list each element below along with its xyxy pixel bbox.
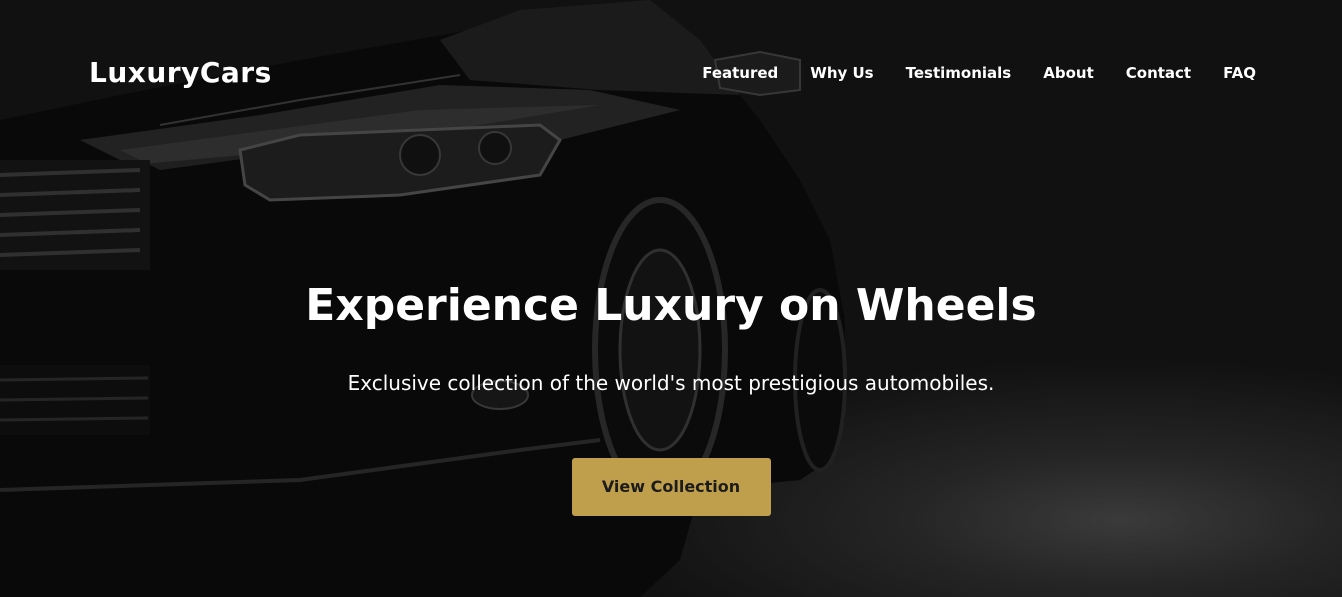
nav-links: Featured Why Us Testimonials About Conta… (702, 64, 1256, 82)
nav-link-contact[interactable]: Contact (1126, 64, 1191, 82)
nav-link-about[interactable]: About (1043, 64, 1094, 82)
nav-link-testimonials[interactable]: Testimonials (906, 64, 1012, 82)
hero-section: LuxuryCars Featured Why Us Testimonials … (0, 0, 1342, 597)
navbar: LuxuryCars Featured Why Us Testimonials … (0, 0, 1342, 150)
nav-link-why-us[interactable]: Why Us (810, 64, 873, 82)
view-collection-button[interactable]: View Collection (571, 458, 771, 516)
nav-link-featured[interactable]: Featured (702, 64, 778, 82)
brand-logo[interactable]: LuxuryCars (89, 56, 272, 89)
hero-subtitle: Exclusive collection of the world's most… (347, 371, 995, 395)
hero-content: Experience Luxury on Wheels Exclusive co… (0, 278, 1342, 516)
nav-link-faq[interactable]: FAQ (1223, 64, 1256, 82)
hero-title: Experience Luxury on Wheels (305, 280, 1037, 331)
